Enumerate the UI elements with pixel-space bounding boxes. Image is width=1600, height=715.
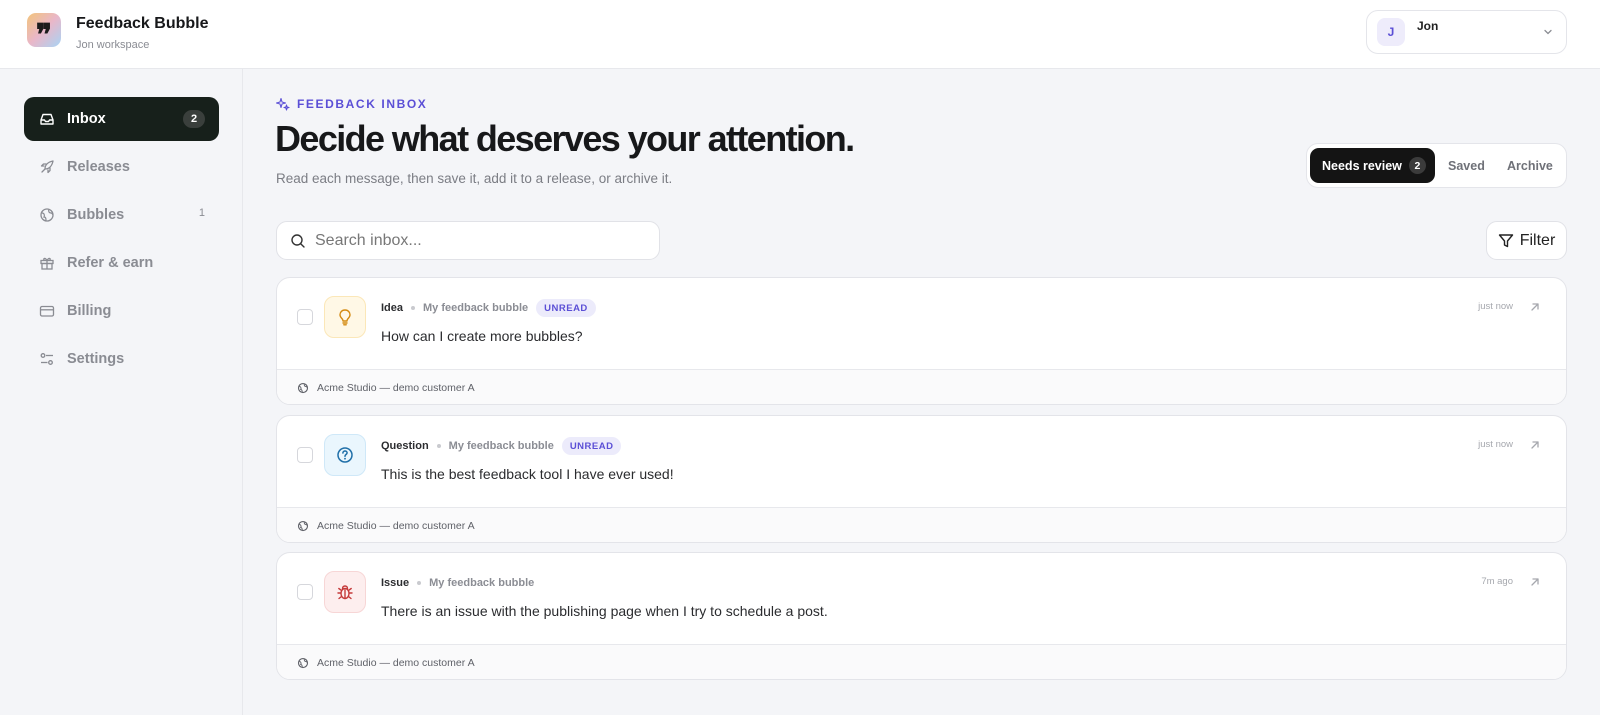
filter-icon: [1498, 233, 1513, 247]
tab-saved[interactable]: Saved: [1448, 148, 1485, 183]
sliders-icon: [39, 351, 55, 367]
open-arrow-icon[interactable]: [1528, 300, 1542, 314]
sidebar-item-inbox[interactable]: Inbox 2: [24, 97, 219, 141]
filter-label: Filter: [1519, 231, 1556, 249]
card-footer: Acme Studio — demo customer A: [277, 644, 1566, 679]
user-name: Jon: [1417, 19, 1439, 33]
inbox-icon: [39, 111, 55, 127]
inbox-tabs: Needs review 2 Saved Archive: [1306, 143, 1567, 188]
sidebar-item-billing[interactable]: Billing: [24, 289, 219, 333]
unread-badge: UNREAD: [561, 437, 622, 455]
credit-card-icon: [39, 303, 55, 319]
select-checkbox[interactable]: [297, 309, 313, 325]
timestamp: just now: [1478, 301, 1513, 312]
separator-dot: [411, 306, 416, 310]
customer-name: Acme Studio — demo customer A: [317, 657, 475, 669]
tab-label: Needs review: [1322, 158, 1402, 173]
search-input[interactable]: [315, 231, 635, 250]
feedback-card[interactable]: Question My feedback bubble UNREAD This …: [276, 415, 1567, 543]
card-meta: Idea My feedback bubble UNREAD: [381, 298, 596, 318]
tab-archive[interactable]: Archive: [1507, 148, 1553, 183]
bubble-name: My feedback bubble: [448, 440, 554, 452]
filter-button[interactable]: Filter: [1486, 221, 1567, 260]
sidebar-item-label: Bubbles: [67, 207, 125, 223]
search-box: [276, 221, 660, 260]
bubble-name: My feedback bubble: [429, 577, 535, 589]
tab-count-badge: 2: [1408, 157, 1426, 174]
sidebar-item-label: Releases: [67, 159, 130, 175]
open-arrow-icon[interactable]: [1528, 575, 1542, 589]
lightbulb-icon: [339, 309, 351, 326]
customer-name: Acme Studio — demo customer A: [317, 520, 475, 532]
globe-icon: [297, 657, 309, 669]
page-subtitle: Read each message, then save it, add it …: [276, 171, 673, 186]
separator-dot: [436, 444, 441, 448]
tab-needs-review[interactable]: Needs review 2: [1310, 148, 1435, 183]
avatar: J: [1377, 18, 1405, 46]
sidebar-item-label: Billing: [67, 303, 112, 319]
separator-dot: [417, 581, 422, 585]
sidebar-item-refer[interactable]: Refer & earn: [24, 241, 219, 285]
open-arrow-icon[interactable]: [1528, 438, 1542, 452]
select-checkbox[interactable]: [297, 584, 313, 600]
inbox-count-badge: 2: [183, 110, 205, 128]
timestamp: just now: [1478, 439, 1513, 450]
sidebar-item-releases[interactable]: Releases: [24, 145, 219, 189]
type-icon-box: [324, 296, 366, 338]
feedback-message: This is the best feedback tool I have ev…: [381, 466, 674, 482]
sidebar: Inbox 2 Releases Bubbles 1 Refer & earn …: [0, 69, 243, 715]
sparkles-icon: [276, 97, 290, 111]
page-title: Decide what deserves your attention.: [275, 118, 855, 159]
card-meta: Issue My feedback bubble: [381, 573, 534, 593]
app-logo[interactable]: ❞: [27, 13, 61, 51]
search-icon: [291, 233, 305, 248]
question-circle-icon: [337, 447, 353, 463]
bubble-name: My feedback bubble: [423, 302, 529, 314]
rocket-icon: [39, 159, 55, 175]
customer-name: Acme Studio — demo customer A: [317, 382, 475, 394]
globe-icon: [297, 520, 309, 532]
globe-icon: [297, 382, 309, 394]
timestamp: 7m ago: [1481, 576, 1513, 587]
feedback-card[interactable]: Idea My feedback bubble UNREAD How can I…: [276, 277, 1567, 405]
top-header: ❞ Feedback Bubble Jon workspace J Jon: [0, 0, 1600, 69]
type-icon-box: [324, 434, 366, 476]
feedback-message: There is an issue with the publishing pa…: [381, 603, 828, 619]
app-name: Feedback Bubble: [76, 15, 209, 32]
eyebrow-text: FEEDBACK INBOX: [297, 97, 428, 111]
bubbles-count: 1: [198, 207, 205, 219]
feedback-card[interactable]: Issue My feedback bubble There is an iss…: [276, 552, 1567, 680]
unread-badge: UNREAD: [536, 299, 596, 317]
chevron-down-icon: [1544, 29, 1552, 35]
card-footer: Acme Studio — demo customer A: [277, 369, 1566, 404]
gift-icon: [39, 255, 55, 271]
logo-glyph: ❞: [35, 18, 53, 53]
tab-label: Archive: [1507, 158, 1553, 173]
sidebar-item-label: Refer & earn: [67, 255, 154, 271]
sidebar-item-label: Settings: [67, 351, 125, 367]
feedback-type: Idea: [381, 302, 404, 314]
card-footer: Acme Studio — demo customer A: [277, 507, 1566, 542]
feedback-type: Issue: [381, 577, 410, 589]
section-eyebrow: FEEDBACK INBOX: [276, 97, 427, 111]
tab-label: Saved: [1448, 158, 1485, 173]
globe-icon: [39, 207, 55, 223]
feedback-message: How can I create more bubbles?: [381, 328, 583, 344]
card-meta: Question My feedback bubble UNREAD: [381, 436, 622, 456]
type-icon-box: [324, 571, 366, 613]
sidebar-item-label: Inbox: [67, 111, 106, 127]
select-checkbox[interactable]: [297, 447, 313, 463]
sidebar-item-bubbles[interactable]: Bubbles 1: [24, 193, 219, 237]
workspace-name: Jon workspace: [76, 39, 150, 51]
user-menu-button[interactable]: J Jon: [1366, 10, 1567, 54]
feedback-type: Question: [381, 440, 429, 452]
bug-icon: [337, 585, 353, 600]
sidebar-item-settings[interactable]: Settings: [24, 337, 219, 381]
